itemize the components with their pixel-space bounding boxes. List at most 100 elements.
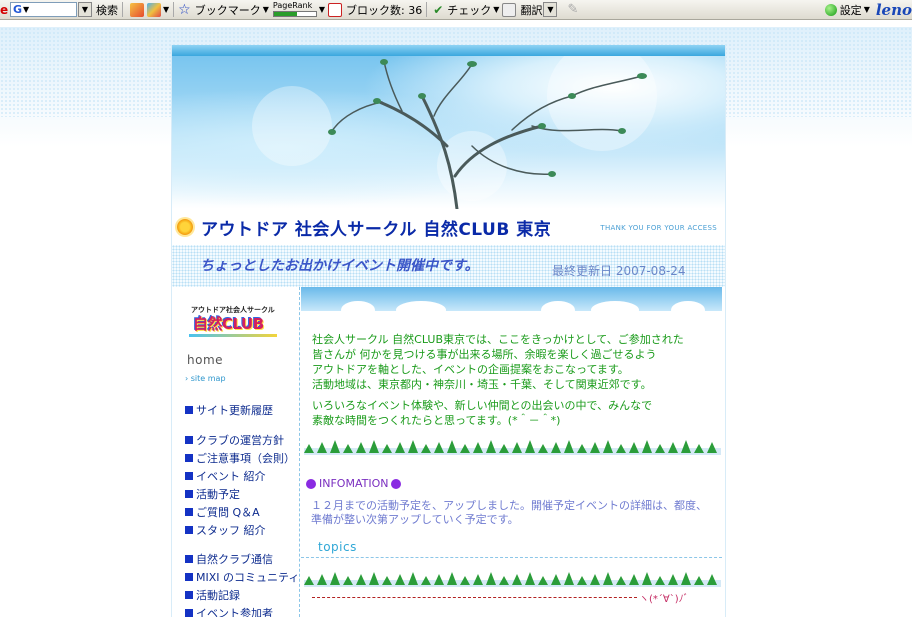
tree-icon xyxy=(616,576,626,585)
purple-dot-icon xyxy=(391,478,402,489)
tree-icon xyxy=(707,574,717,585)
tree-divider xyxy=(304,438,721,455)
sun-icon xyxy=(177,219,193,235)
tree-icon xyxy=(590,442,600,453)
nav-item-rules[interactable]: ご注意事項（会則） xyxy=(185,450,295,466)
tree-icon xyxy=(447,572,457,585)
pencil-icon[interactable]: ✎ xyxy=(567,2,578,17)
pagerank-label: PageRank xyxy=(272,1,313,10)
toolbar-divider xyxy=(122,2,123,17)
tree-icon xyxy=(486,440,496,453)
tree-icon xyxy=(421,444,431,453)
bullet-icon xyxy=(185,526,193,534)
tree-icon xyxy=(642,440,652,453)
nav-item-records[interactable]: 活動記録 xyxy=(185,587,240,603)
tree-icon xyxy=(655,444,665,453)
nav-item-faq[interactable]: ご質問 Q＆A xyxy=(185,504,260,520)
tree-icon xyxy=(681,572,691,585)
tree-icon xyxy=(356,442,366,453)
settings-button[interactable]: 設定 xyxy=(840,2,862,18)
status-icon xyxy=(824,3,837,16)
topics-divider xyxy=(301,557,722,559)
tree-icon xyxy=(577,576,587,585)
main-content: 社会人サークル 自然CLUB東京では、ここをきっかけとして、ご参加された 皆さん… xyxy=(301,287,722,617)
red-dashed-divider xyxy=(312,597,637,598)
tree-icon xyxy=(395,442,405,453)
popup-blocker-count[interactable]: ブロック数: 36 xyxy=(346,2,422,18)
tree-icon xyxy=(564,440,574,453)
chevron-down-icon[interactable]: ▼ xyxy=(864,5,870,14)
chevron-down-icon[interactable]: ▼ xyxy=(163,5,169,14)
tree-icon xyxy=(343,576,353,585)
nav-item-participants[interactable]: イベント参加者 xyxy=(185,605,273,617)
translate-dropdown-button[interactable]: ▼ xyxy=(543,2,558,17)
bullet-icon xyxy=(185,591,193,599)
search-button[interactable]: 検索 xyxy=(96,2,118,18)
popup-blocker-icon[interactable] xyxy=(328,2,343,17)
catchphrase-row: ちょっとしたお出かけイベント開催中です。 最終更新日 2007-08-24 xyxy=(172,245,725,287)
tree-icon xyxy=(629,574,639,585)
pagerank-bar xyxy=(272,11,317,17)
title-row: アウトドア 社会人サークル 自然CLUB 東京 THANK YOU FOR YO… xyxy=(172,209,725,245)
nav-home-link[interactable]: home xyxy=(187,353,223,367)
catchphrase: ちょっとしたお出かけイベント開催中です。 xyxy=(200,258,479,274)
tree-icon xyxy=(551,574,561,585)
news-icon[interactable] xyxy=(130,2,144,17)
tree-icon xyxy=(460,444,470,453)
info-text: １２月までの活動予定を、アップしました。開催予定イベントの詳細は、都度、準備が整… xyxy=(311,499,707,526)
tree-icon xyxy=(317,442,327,453)
bullet-icon xyxy=(185,454,193,462)
toolbar-left-glyph: e xyxy=(0,2,8,17)
spellcheck-icon[interactable]: ✔ xyxy=(433,3,443,17)
chevron-down-icon[interactable]: ▼ xyxy=(493,5,499,14)
pagerank-meter[interactable]: PageRank xyxy=(272,1,317,17)
nav-item-newsletter[interactable]: 自然クラブ通信 xyxy=(185,551,273,567)
check-button[interactable]: チェック xyxy=(447,2,491,18)
star-icon[interactable]: ☆ xyxy=(178,2,191,18)
nav-sitemap-link[interactable]: › site map xyxy=(185,374,226,383)
nav-item-events[interactable]: イベント 紹介 xyxy=(185,468,266,484)
nav-item-schedule[interactable]: 活動予定 xyxy=(185,486,240,502)
tree-icon xyxy=(538,576,548,585)
translate-icon[interactable] xyxy=(502,2,517,17)
tree-icon xyxy=(642,572,652,585)
tree-icon xyxy=(668,442,678,453)
nav-item-staff[interactable]: スタッフ 紹介 xyxy=(185,522,266,538)
nav-item-mixi[interactable]: MIXI のコミュニティ xyxy=(185,569,299,585)
site-title: アウトドア 社会人サークル 自然CLUB 東京 xyxy=(201,219,552,240)
info-heading: INFOMATION xyxy=(303,477,404,490)
bullet-icon xyxy=(185,490,193,498)
tree-icon xyxy=(525,440,535,453)
tree-icon xyxy=(551,442,561,453)
tree-icon xyxy=(525,572,535,585)
nav-item-update-history[interactable]: サイト更新履歴 xyxy=(185,402,273,418)
chevron-down-icon[interactable]: ▼ xyxy=(263,5,269,14)
highlight-icon[interactable] xyxy=(147,2,161,17)
bullet-icon xyxy=(185,609,193,617)
tree-icon xyxy=(590,574,600,585)
tree-icon xyxy=(655,576,665,585)
tree-icon xyxy=(408,572,418,585)
club-logo[interactable]: アウトドア社会人サークル 自然CLUB xyxy=(189,305,277,337)
search-dropdown-button[interactable]: ▼ xyxy=(78,2,92,17)
chevron-down-icon[interactable]: ▼ xyxy=(319,5,325,14)
site-container: アウトドア 社会人サークル 自然CLUB 東京 THANK YOU FOR YO… xyxy=(171,45,726,617)
header-image xyxy=(172,56,725,209)
tree-icon xyxy=(681,440,691,453)
tree-icon xyxy=(564,572,574,585)
sky-banner xyxy=(301,287,722,311)
tree-icon xyxy=(603,440,613,453)
topics-heading: topics xyxy=(318,540,357,554)
nav-item-policy[interactable]: クラブの運営方針 xyxy=(185,432,284,448)
bookmark-button[interactable]: ブックマーク xyxy=(195,2,261,18)
tree-icon xyxy=(343,444,353,453)
translate-button[interactable]: 翻訳 xyxy=(520,2,542,18)
bullet-icon xyxy=(185,472,193,480)
bullet-icon xyxy=(185,436,193,444)
intro-text-2: いろいろなイベント体験や、新しい仲間との出会いの中で、みんなで 素敵な時間をつく… xyxy=(312,399,653,427)
chevron-down-icon: ▼ xyxy=(23,5,30,14)
tree-icon xyxy=(317,574,327,585)
search-engine-box[interactable]: G ▼ xyxy=(10,2,77,17)
tree-icon xyxy=(629,442,639,453)
tree-icon xyxy=(356,574,366,585)
